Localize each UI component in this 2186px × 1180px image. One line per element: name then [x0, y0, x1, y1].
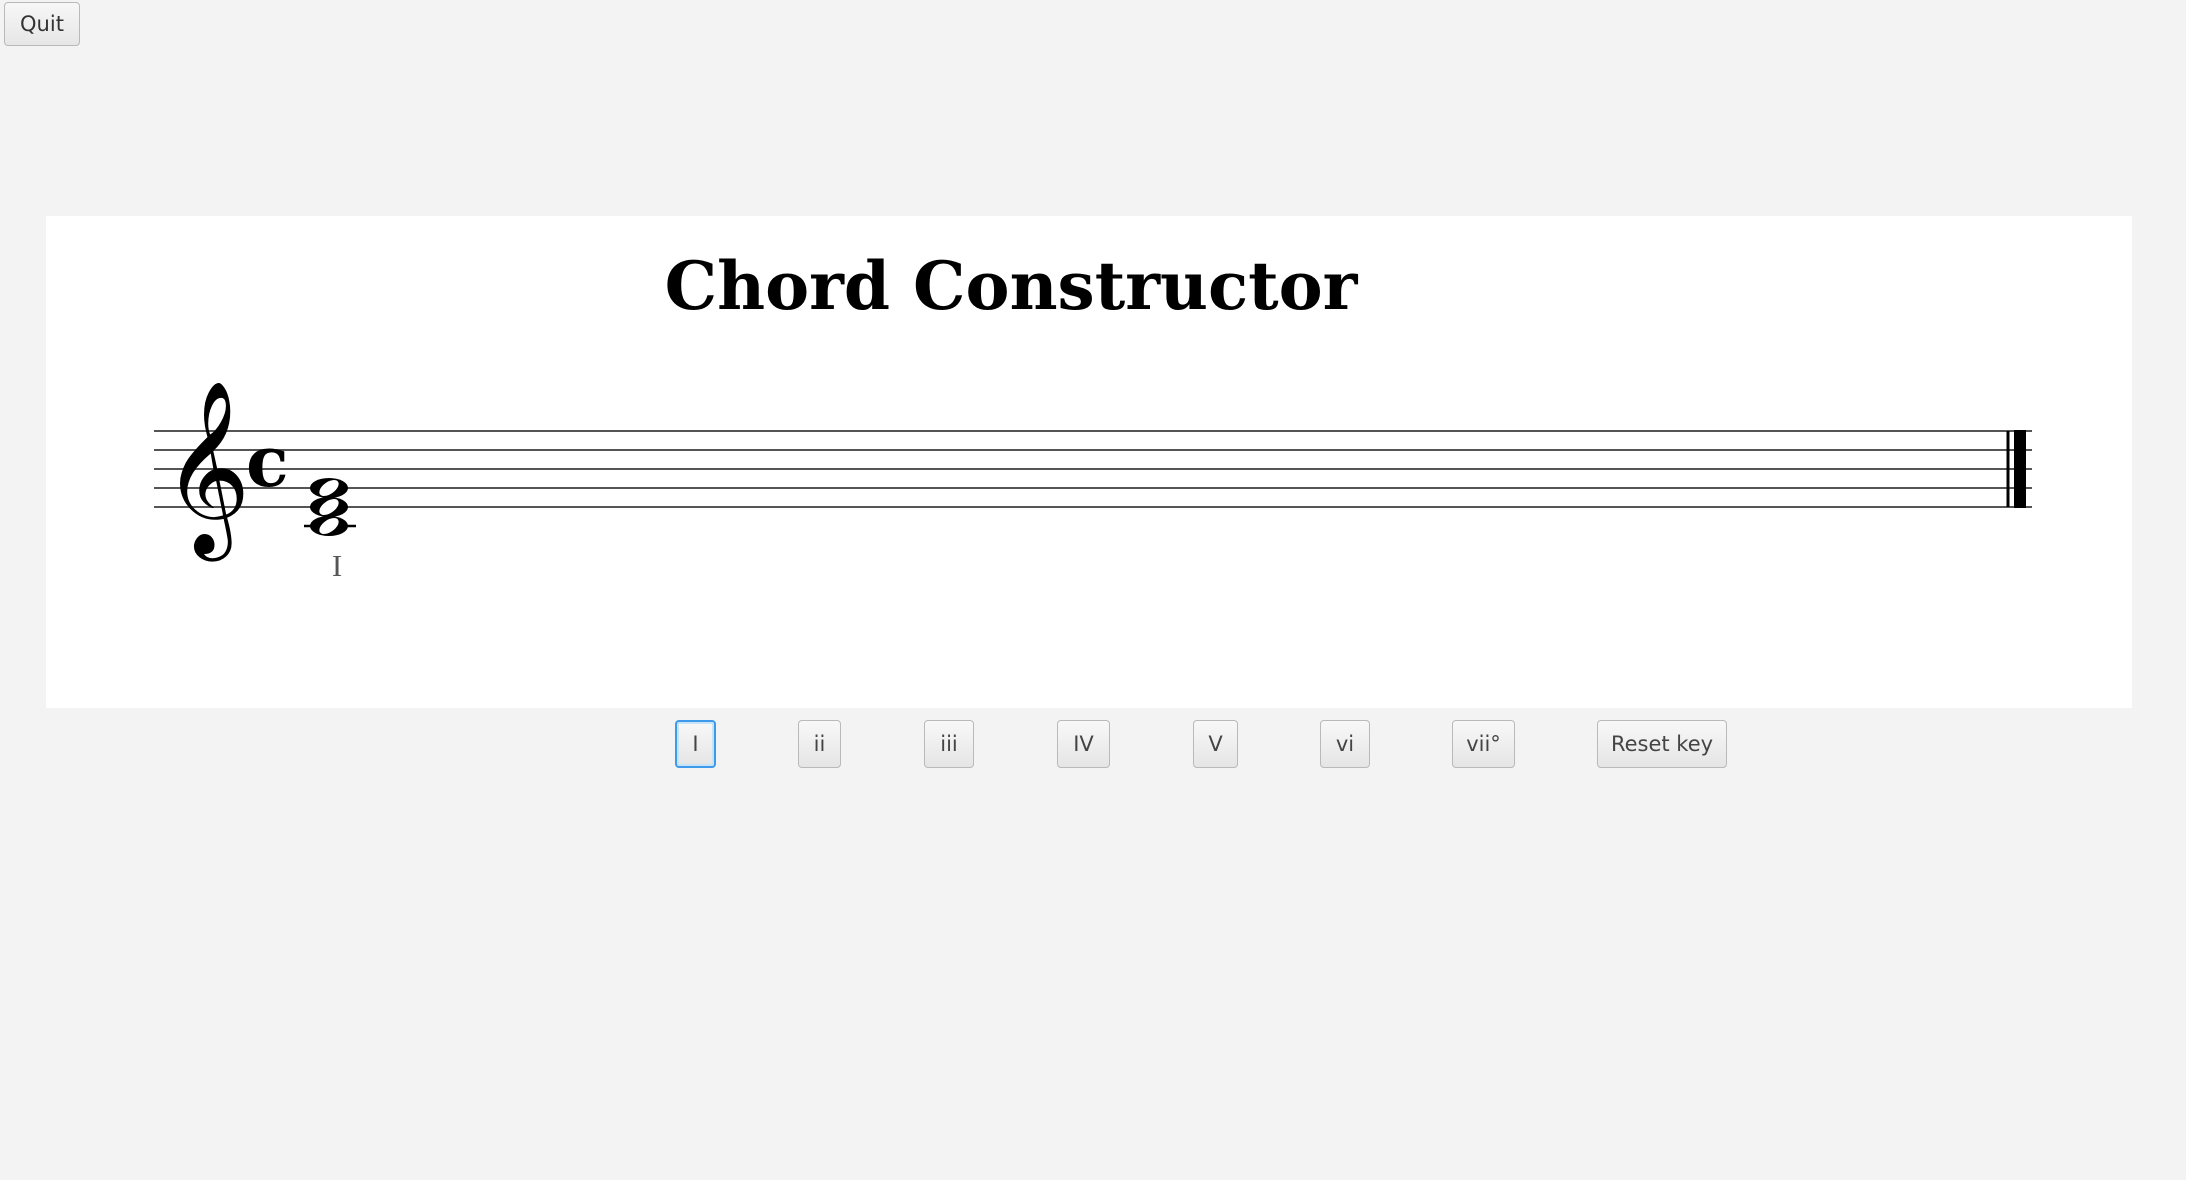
chord-button-iii[interactable]: iii	[924, 720, 974, 768]
chord-constructor-window: Quit Chord Constructor 𝄞 c I I ii iii IV…	[0, 0, 2186, 1180]
chord-button-I[interactable]: I	[675, 720, 716, 768]
chord-roman-numeral: I	[332, 548, 342, 583]
chord-button-ii[interactable]: ii	[798, 720, 841, 768]
chord-button-vi[interactable]: vi	[1320, 720, 1370, 768]
quit-button[interactable]: Quit	[4, 2, 80, 46]
staff-notation: Chord Constructor 𝄞 c I	[154, 247, 2032, 583]
treble-clef-icon: 𝄞	[162, 380, 251, 562]
chord-button-V[interactable]: V	[1193, 720, 1238, 768]
score-title: Chord Constructor	[665, 247, 1359, 325]
score-panel: Chord Constructor 𝄞 c I	[46, 216, 2132, 708]
chord-button-IV[interactable]: IV	[1057, 720, 1110, 768]
common-time-signature: c	[246, 420, 289, 503]
whole-note	[310, 497, 348, 517]
whole-note	[310, 516, 348, 536]
staff-lines	[154, 430, 2032, 508]
whole-note	[310, 478, 348, 498]
chord-button-vii-dim[interactable]: vii°	[1452, 720, 1515, 768]
reset-key-button[interactable]: Reset key	[1597, 720, 1727, 768]
